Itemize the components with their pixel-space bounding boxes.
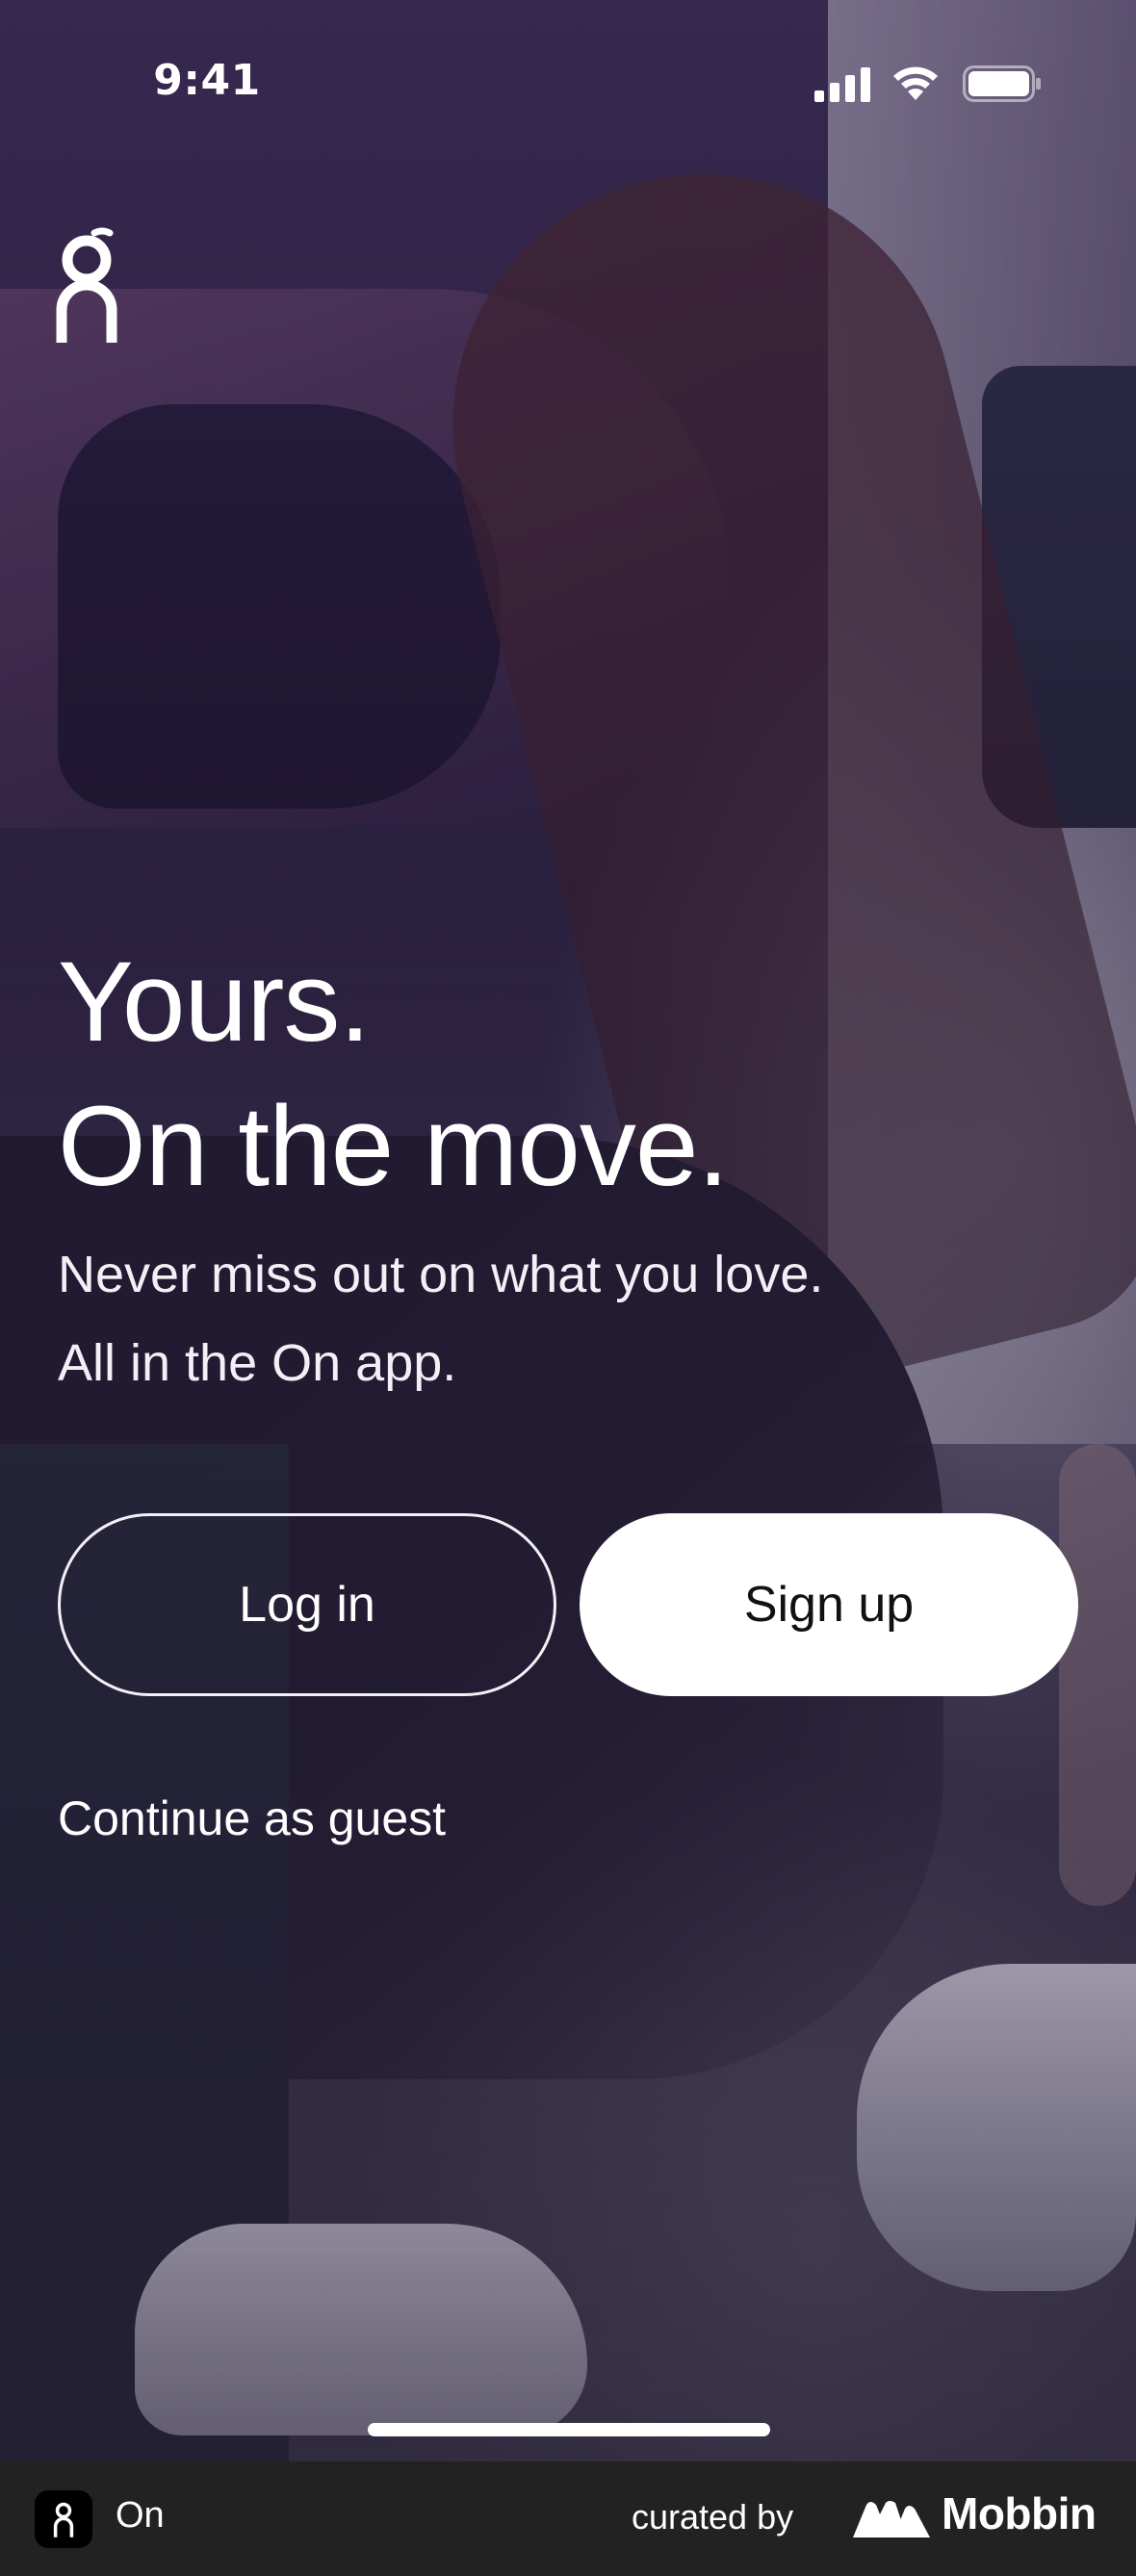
subtitle-line-1: Never miss out on what you love. (58, 1246, 824, 1303)
battery-icon (963, 65, 1041, 102)
status-bar: 9:41 (0, 0, 1136, 135)
mobbin-logo-icon (853, 2501, 930, 2537)
subtitle-line-2: All in the On app. (58, 1334, 457, 1392)
home-indicator[interactable] (368, 2423, 770, 2436)
footer-mobbin-label: Mobbin (942, 2488, 1097, 2538)
footer-curated-label: curated by (632, 2497, 794, 2537)
headline-line-1: Yours. (58, 939, 371, 1066)
page-headline: Yours. On the move. (58, 930, 729, 1219)
on-logo-icon (56, 227, 117, 343)
status-time: 9:41 (153, 56, 261, 105)
wifi-icon (893, 66, 938, 100)
signal-icon (814, 67, 870, 102)
app-icon (35, 2490, 92, 2548)
headline-line-2: On the move. (58, 1083, 729, 1210)
on-logo-small-icon (53, 2502, 74, 2537)
signup-button[interactable]: Sign up (580, 1513, 1078, 1696)
continue-as-guest-link[interactable]: Continue as guest (58, 1790, 446, 1846)
footer-app-name: On (116, 2495, 165, 2536)
page-subtitle: Never miss out on what you love. All in … (58, 1230, 823, 1407)
background-photo: 9:41 Yours. On the move. Never miss out … (0, 0, 1136, 2461)
login-button[interactable]: Log in (58, 1513, 556, 1696)
